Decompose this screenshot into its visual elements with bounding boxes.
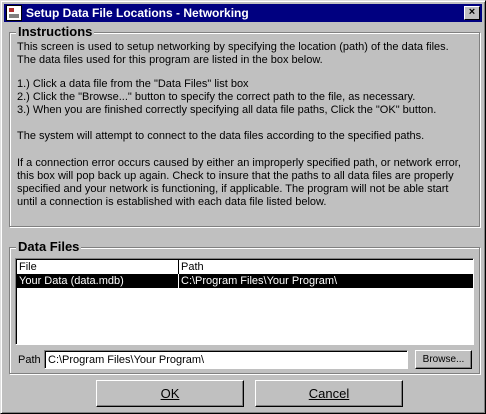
instruction-step-3: 3.) When you are finished correctly spec… xyxy=(17,104,437,116)
instruction-text: The data files used for this program are… xyxy=(17,54,323,66)
instructions-group: Instructions This screen is used to setu… xyxy=(9,24,480,227)
data-files-title: Data Files xyxy=(16,239,82,254)
path-label: Path xyxy=(18,354,41,366)
close-button[interactable]: × xyxy=(464,6,480,20)
column-header-path: Path xyxy=(178,260,473,274)
ok-button[interactable]: OK xyxy=(96,380,244,407)
data-files-group: Data Files File Path Your Data (data.mdb… xyxy=(9,239,480,374)
list-item-path: C:\Program Files\Your Program\ xyxy=(178,274,473,288)
listbox-header: File Path xyxy=(17,260,473,275)
browse-button[interactable]: Browse... xyxy=(415,350,472,369)
cancel-label: Cancel xyxy=(308,386,350,401)
column-header-file: File xyxy=(19,261,37,273)
instruction-step-2: 2.) Click the "Browse..." button to spec… xyxy=(17,91,416,103)
title-bar[interactable]: Setup Data File Locations - Networking × xyxy=(4,4,482,22)
instruction-text: If a connection error occurs caused by e… xyxy=(17,157,461,169)
instruction-text: The system will attempt to connect to th… xyxy=(17,130,425,142)
path-input[interactable] xyxy=(44,350,408,369)
list-item-file: Your Data (data.mdb) xyxy=(19,275,124,287)
data-files-listbox[interactable]: File Path Your Data (data.mdb) C:\Progra… xyxy=(15,258,474,345)
instruction-text: this box will pop back up again. Check t… xyxy=(17,170,454,182)
instructions-title: Instructions xyxy=(16,24,95,39)
instruction-text: This screen is used to setup networking … xyxy=(17,41,449,53)
instruction-text: until a connection is established with e… xyxy=(17,196,327,208)
ok-label: OK xyxy=(160,386,180,401)
dialog-window: Setup Data File Locations - Networking ×… xyxy=(0,0,486,414)
database-app-icon xyxy=(6,5,22,21)
list-item[interactable]: Your Data (data.mdb) C:\Program Files\Yo… xyxy=(17,274,473,288)
cancel-button[interactable]: Cancel xyxy=(255,380,403,407)
window-title: Setup Data File Locations - Networking xyxy=(26,6,249,20)
instruction-text: specified and your network is functionin… xyxy=(17,183,449,195)
instruction-step-1: 1.) Click a data file from the "Data Fil… xyxy=(17,78,249,90)
